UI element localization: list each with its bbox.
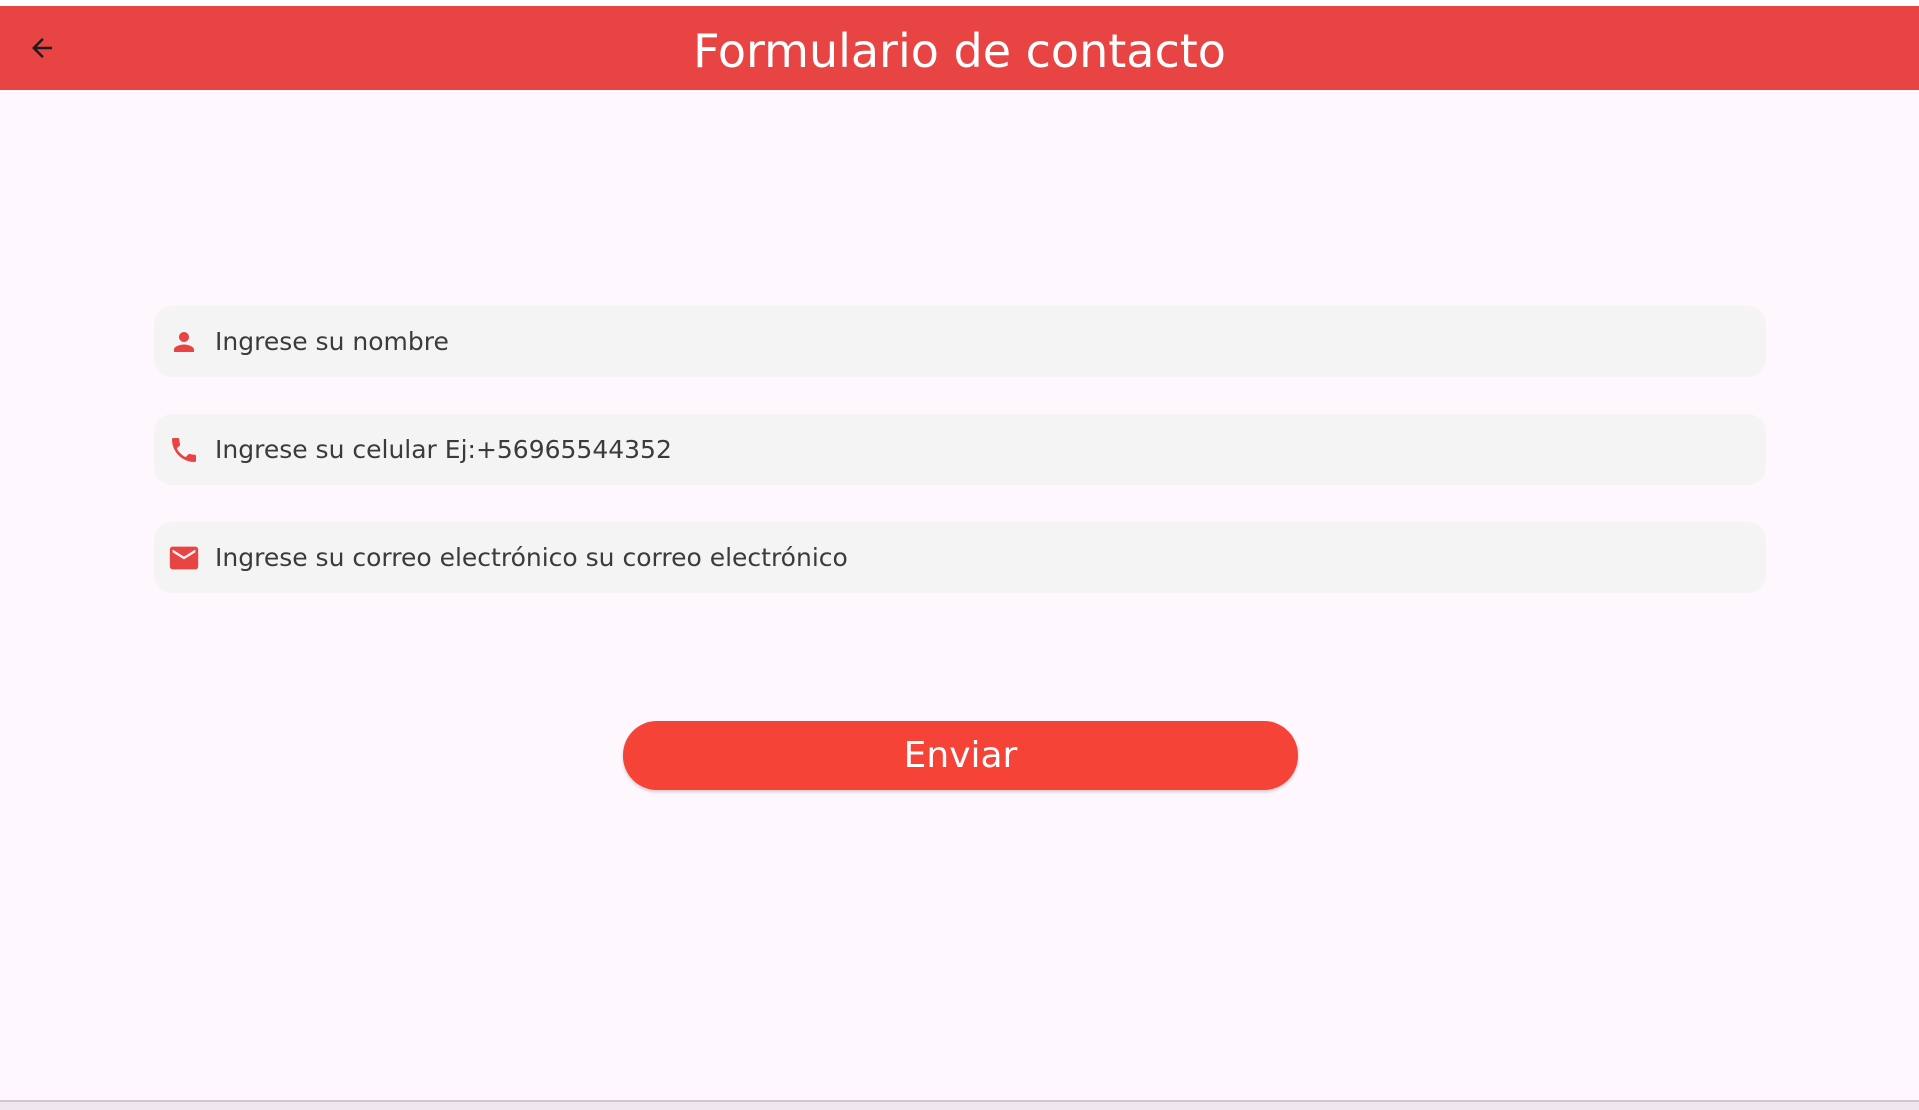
app-bar: Formulario de contacto — [0, 6, 1919, 90]
email-input[interactable] — [213, 526, 1747, 589]
phone-icon — [167, 433, 201, 467]
name-input[interactable] — [213, 310, 1747, 373]
taskbar-strip — [0, 1102, 1919, 1110]
email-field[interactable] — [154, 522, 1766, 593]
person-icon — [167, 325, 201, 359]
arrow-back-icon — [32, 38, 52, 58]
back-button[interactable] — [22, 28, 62, 68]
send-button[interactable]: Enviar — [623, 721, 1298, 790]
phone-input[interactable] — [213, 418, 1747, 481]
email-icon — [167, 541, 201, 575]
name-field[interactable] — [154, 306, 1766, 377]
page-title: Formulario de contacto — [693, 24, 1226, 78]
phone-field[interactable] — [154, 414, 1766, 485]
